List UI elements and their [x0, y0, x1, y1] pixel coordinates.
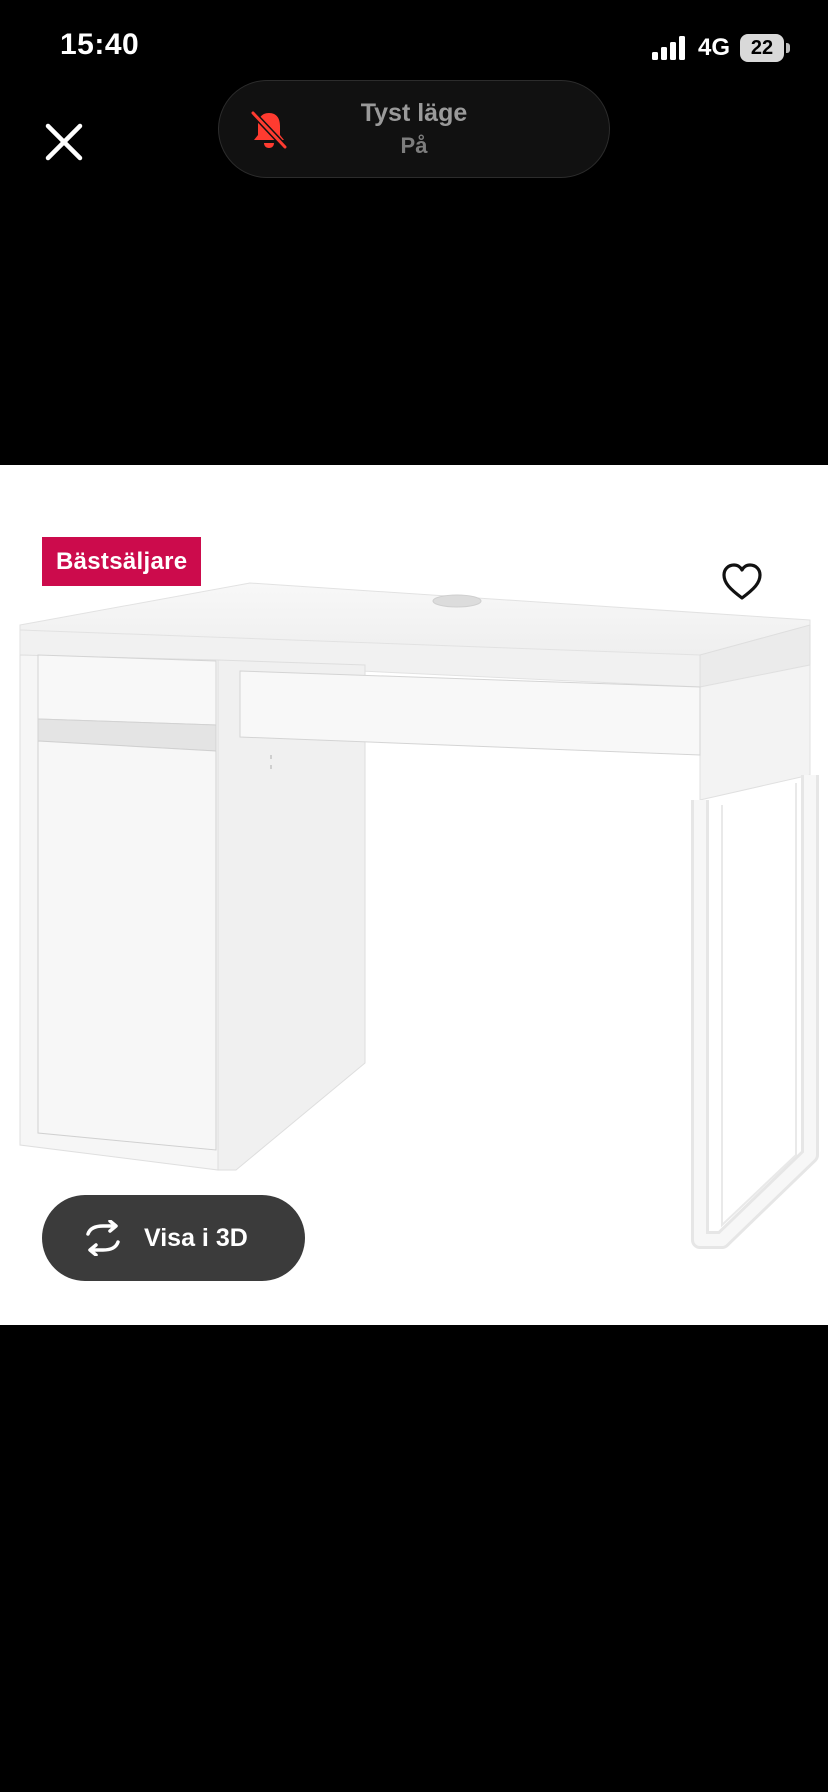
product-image[interactable]: Bästsäljare Visa i 3D: [0, 465, 828, 1325]
view-3d-label: Visa i 3D: [144, 1224, 248, 1252]
battery-level: 22: [740, 34, 784, 62]
view-3d-button[interactable]: Visa i 3D: [42, 1195, 305, 1281]
rotate-3d-icon: [86, 1220, 120, 1256]
cellular-signal-icon: [652, 36, 685, 60]
battery-indicator: 22: [740, 34, 790, 62]
close-icon[interactable]: [40, 118, 88, 166]
bestseller-badge: Bästsäljare: [42, 537, 202, 586]
network-type: 4G: [698, 34, 731, 61]
toast-title: Tyst läge: [360, 99, 468, 127]
status-time: 15:40: [60, 28, 140, 61]
heart-icon[interactable]: [720, 560, 764, 604]
silent-mode-toast: Tyst läge På: [218, 80, 610, 178]
battery-tip: [786, 43, 790, 53]
toast-subtitle: På: [400, 133, 428, 158]
